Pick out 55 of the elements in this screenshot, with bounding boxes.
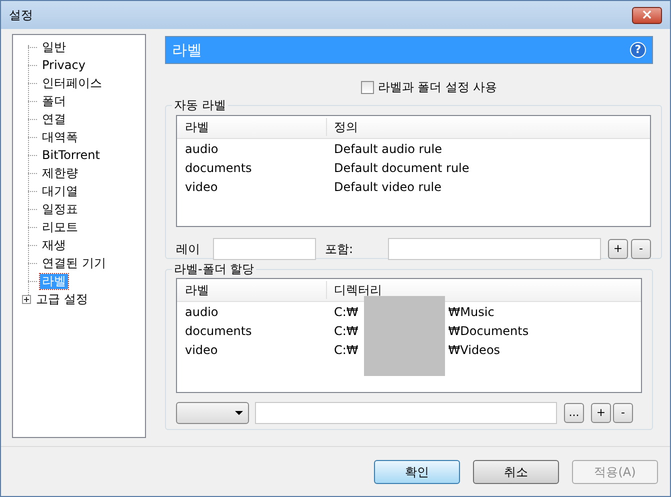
tree-item[interactable]: 고급 설정 [34, 292, 90, 306]
path-end: ₩Documents [448, 322, 529, 340]
tree-item[interactable]: 인터페이스 [40, 76, 104, 90]
table-cell-text: documents [184, 322, 253, 340]
checkbox-label: 라벨과 폴더 설정 사용 [378, 79, 498, 96]
tree-item[interactable]: Privacy [40, 58, 88, 72]
tree-item[interactable]: 연결 [40, 112, 68, 126]
group-title: 자동 라벨 [173, 97, 227, 114]
remove-button[interactable]: - [613, 403, 633, 423]
add-button[interactable]: + [608, 239, 628, 259]
table-cell-text: audio [184, 140, 220, 158]
tree-item[interactable]: 리모트 [40, 220, 80, 234]
browse-button[interactable]: ... [564, 403, 584, 423]
group-title: 라벨-폴더 할당 [173, 261, 256, 278]
dropdown-arrow-icon [235, 411, 243, 415]
tree-item[interactable]: 대역폭 [40, 130, 80, 144]
field-label: 포함: [325, 241, 354, 258]
field-label: 레이 [176, 241, 201, 258]
directory-input-field[interactable] [255, 402, 557, 424]
tree-item[interactable]: 제한량 [40, 166, 80, 180]
tree-item[interactable]: 일반 [40, 40, 68, 54]
expand-icon[interactable] [22, 294, 31, 304]
help-icon[interactable]: ? [630, 42, 646, 58]
table-cell-text: Default video rule [333, 178, 442, 196]
column-header[interactable]: 라벨 [177, 118, 327, 136]
table-cell-text: Default audio rule [333, 140, 442, 158]
tree-item[interactable]: 폴더 [40, 94, 68, 108]
column-header[interactable]: 디렉터리 [327, 281, 382, 299]
table-cell-text: video [184, 342, 219, 358]
remove-button[interactable]: - [631, 239, 651, 259]
tree-item[interactable]: 대기열 [40, 184, 80, 198]
path-start: C:₩ [333, 304, 358, 320]
dialog-button[interactable]: 취소 [473, 460, 559, 484]
contains-input-field[interactable] [388, 238, 601, 260]
path-end: ₩Music [448, 304, 494, 320]
label-dropdown[interactable] [176, 402, 249, 424]
table-cell-text: documents [184, 160, 253, 176]
window-title: 설정 [9, 7, 33, 24]
path-start: C:₩ [333, 322, 358, 340]
dialog-button[interactable]: 확인 [374, 460, 460, 484]
tree-item[interactable]: 재생 [40, 238, 68, 252]
tree-item[interactable]: 연결된 기기 [40, 256, 108, 270]
table-cell-text: audio [184, 304, 220, 320]
column-header[interactable]: 정의 [327, 118, 358, 136]
tree-item[interactable]: 일정표 [40, 202, 80, 216]
label-input-field[interactable] [213, 238, 316, 260]
path-end: ₩Videos [448, 342, 500, 358]
column-header[interactable]: 라벨 [177, 281, 327, 299]
tree-item[interactable]: BitTorrent [40, 148, 102, 162]
table-cell-text: Default document rule [333, 160, 470, 176]
path-start: C:₩ [333, 342, 358, 358]
checkbox[interactable] [360, 80, 374, 94]
table-cell-text: video [184, 178, 219, 196]
add-button[interactable]: + [591, 403, 611, 423]
section-title: 라벨 [172, 40, 202, 61]
